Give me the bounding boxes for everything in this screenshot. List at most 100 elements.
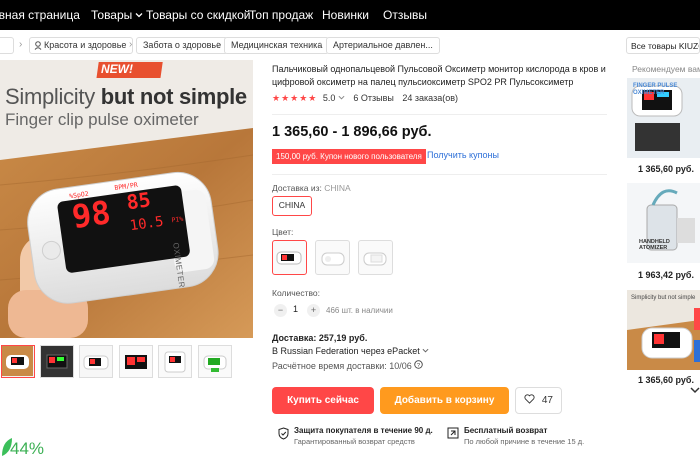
thumbnail-image (199, 346, 231, 377)
discount-badge: 44% (0, 432, 48, 467)
recommended-item-price: 1 365,60 руб. (638, 164, 694, 174)
thumbnail[interactable] (119, 345, 153, 378)
store-all-products-button[interactable]: Все товары KIUZOU (626, 37, 700, 54)
hero-badge: NEW! (101, 62, 133, 76)
buy-now-button[interactable]: Купить сейчас (272, 387, 374, 414)
wishlist-button[interactable]: 47 (515, 387, 562, 414)
free-returns: Бесплатный возврат По любой причине в те… (447, 425, 584, 447)
delivery-destination-text: В Russian Federation через ePacket (272, 346, 420, 356)
nav-home-link[interactable]: авная страница (0, 8, 80, 22)
breadcrumb-item-pressure[interactable]: Артериальное давлен... (326, 37, 440, 54)
recommended-item[interactable]: HANDHELD ATOMIZER (627, 183, 700, 263)
top-nav-bar: авная страница Товары Товары со скидкой … (0, 0, 700, 30)
recommended-item-price: 1 963,42 руб. (638, 270, 694, 280)
free-returns-subtitle: По любой причине в течение 15 д. (464, 437, 585, 446)
product-title: Пальчиковый однопальцевой Пульсовой Окси… (272, 64, 606, 87)
divider (272, 174, 607, 175)
hero-headline: Simplicity but not simple (5, 84, 247, 110)
chevron-down-icon (338, 95, 345, 100)
breadcrumb-item-beauty[interactable]: Красота и здоровье (29, 37, 134, 54)
star-rating-icon: ★★★★★ (272, 93, 318, 103)
buyer-protection-subtitle: Гарантированный возврат средств (294, 437, 415, 446)
nav-products-link[interactable]: Товары (91, 8, 143, 22)
recommended-item-image (627, 290, 700, 370)
thumbnail[interactable] (158, 345, 192, 378)
scroll-down-icon[interactable] (690, 384, 700, 398)
breadcrumb-home-item[interactable] (0, 37, 14, 54)
chevron-down-icon (690, 387, 700, 394)
delivery-time: Расчётное время доставки: 10/06 ? (272, 360, 424, 371)
chevron-down-icon (135, 13, 143, 18)
recommended-item[interactable]: Simplicity but not simple (627, 290, 700, 370)
stock-count: 466 шт. в наличии (326, 306, 393, 315)
recommended-item-caption: FINGER PULSE OXIMETER (633, 83, 678, 96)
chevron-right-icon: › (217, 39, 221, 50)
thumbnail-image (120, 346, 152, 377)
hero-subline: Finger clip pulse oximeter (5, 110, 199, 129)
display-pi-value: 10.5 (128, 213, 165, 235)
quantity-decrease-button[interactable]: − (274, 304, 287, 317)
delivery-cost: Доставка: 257,19 руб. (272, 333, 368, 343)
rating-value: 5.0 (322, 93, 336, 103)
nav-new-link[interactable]: Новинки (322, 8, 369, 22)
quantity-increase-button[interactable]: + (307, 304, 320, 317)
delivery-destination[interactable]: В Russian Federation через ePacket (272, 346, 429, 356)
thumbnail[interactable] (40, 345, 74, 378)
return-icon (447, 427, 459, 439)
side-tab-blue[interactable] (694, 340, 700, 362)
reviews-link[interactable]: 6 Отзывы (353, 93, 393, 103)
color-option[interactable] (272, 240, 307, 275)
thumbnail[interactable] (1, 345, 35, 378)
wishlist-count: 47 (541, 395, 553, 406)
thumbnail-image (2, 346, 33, 376)
rating-row: ★★★★★ 5.0 6 Отзывы 24 заказа(ов) (272, 93, 458, 104)
display-label-pi: PI% (171, 214, 184, 225)
recommended-label: Рекомендуем вам (632, 64, 700, 74)
coupon-badge: 150,00 руб. Купон нового пользователя (272, 149, 426, 164)
ships-from-label-text: Доставка из: (272, 183, 322, 193)
breadcrumb-item-health[interactable]: Забота о здоровье (136, 37, 229, 54)
add-to-cart-button[interactable]: Добавить в корзину (380, 387, 509, 414)
variant-image (321, 252, 345, 266)
help-icon[interactable]: ? (414, 360, 424, 369)
variant-image (363, 252, 387, 266)
nav-discounts-link[interactable]: Товары со скидкой (146, 8, 250, 22)
chevron-down-icon (422, 348, 429, 353)
nav-products-label: Товары (91, 8, 133, 22)
color-option[interactable] (315, 240, 350, 275)
ships-from-label: Доставка из: CHINA (272, 183, 351, 193)
color-label: Цвет: (272, 227, 294, 237)
thumbnail-image (80, 346, 112, 377)
side-tab-red[interactable] (694, 308, 700, 330)
hero-headline-strong: but not simple (100, 84, 247, 109)
chevron-right-icon: › (19, 39, 23, 50)
recommended-item-caption: Simplicity but not simple (631, 295, 696, 301)
heart-icon (524, 394, 535, 404)
display-spo2-value: 98 (69, 193, 113, 237)
price-range: 1 365,60 - 1 896,66 руб. (272, 124, 432, 140)
ships-from-value: CHINA (324, 183, 351, 193)
breadcrumb-item-medical[interactable]: Медицинская техника (224, 37, 330, 54)
nav-top-sales-link[interactable]: Топ продаж (249, 8, 313, 22)
thumbnail-image (41, 346, 73, 377)
nav-reviews-link[interactable]: Отзывы (383, 8, 427, 22)
recommended-item[interactable]: FINGER PULSE OXIMETER (627, 78, 700, 158)
product-main-image[interactable]: NEW! Simplicity but not simple Finger cl… (0, 60, 253, 338)
orders-count: 24 заказа(ов) (402, 93, 459, 103)
chevron-right-icon: › (319, 39, 323, 50)
thumbnail[interactable] (79, 345, 113, 378)
recommended-item-price: 1 365,60 руб. (638, 375, 694, 385)
display-pr-value: 85 (124, 187, 153, 215)
delivery-time-text: Расчётное время доставки: 10/06 (272, 361, 412, 371)
get-coupons-link[interactable]: Получить купоны (427, 150, 499, 160)
quantity-label: Количество: (272, 288, 321, 298)
thumbnail[interactable] (198, 345, 232, 378)
color-option[interactable] (358, 240, 393, 275)
chevron-right-icon: › (129, 39, 133, 50)
quantity-value[interactable]: 1 (293, 304, 298, 314)
recommended-item-caption: HANDHELD ATOMIZER (639, 239, 670, 251)
buyer-protection: Защита покупателя в течение 90 д. Гарант… (278, 425, 433, 447)
ship-from-option-china[interactable]: CHINA (272, 196, 312, 216)
beauty-category-icon (34, 41, 42, 50)
breadcrumb-label: Красота и здоровье (44, 40, 127, 50)
